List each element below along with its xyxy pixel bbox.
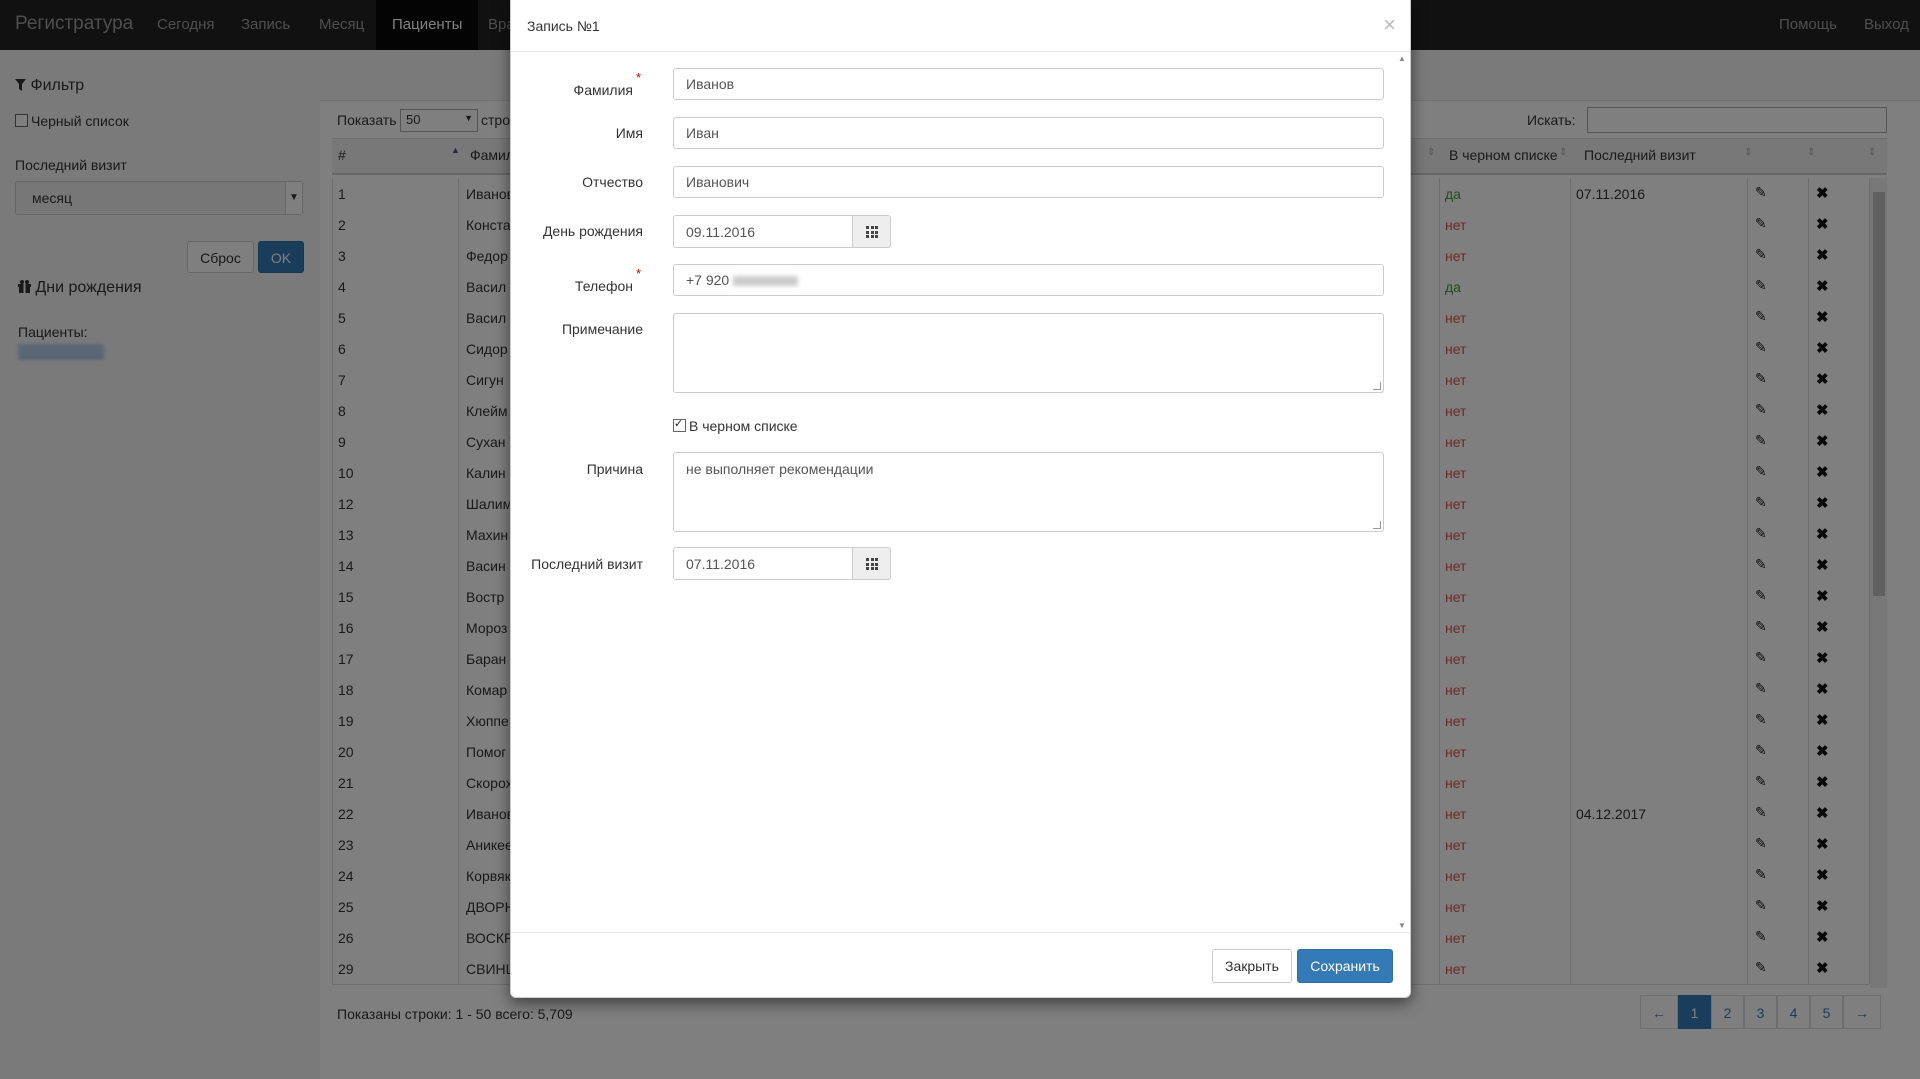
patronymic-label: Отчество <box>582 174 643 190</box>
last-visit-input[interactable]: 07.11.2016 <box>673 547 853 580</box>
name-input[interactable]: Иван <box>673 117 1384 149</box>
note-textarea[interactable] <box>673 313 1384 393</box>
reason-label: Причина <box>586 461 643 477</box>
required-mark: * <box>636 266 642 281</box>
phone-input[interactable]: +7 920 <box>673 264 1384 296</box>
modal-footer: Закрыть Сохранить <box>511 932 1410 998</box>
close-icon[interactable]: × <box>1383 14 1396 36</box>
blacklist-checkbox[interactable]: В черном списке <box>673 417 798 434</box>
birthday-calendar-button[interactable] <box>852 215 891 248</box>
phone-label: Телефон <box>574 278 633 294</box>
save-button[interactable]: Сохранить <box>1297 949 1393 983</box>
note-label: Примечание <box>561 321 643 337</box>
close-button[interactable]: Закрыть <box>1212 949 1292 983</box>
resize-handle-icon[interactable] <box>1373 382 1381 390</box>
patronymic-input[interactable]: Иванович <box>673 166 1384 198</box>
birthday-input[interactable]: 09.11.2016 <box>673 215 853 248</box>
scroll-down-icon[interactable]: ▼ <box>1398 921 1406 930</box>
modal-scrollbar[interactable]: ▲ ▼ <box>1398 52 1408 932</box>
required-mark: * <box>636 70 642 85</box>
last-visit-calendar-button[interactable] <box>852 547 891 580</box>
calendar-icon <box>866 558 878 570</box>
checkbox-checked[interactable] <box>673 417 686 432</box>
last-visit-label: Последний визит <box>531 556 643 572</box>
surname-input[interactable]: Иванов <box>673 68 1384 100</box>
birthday-label: День рождения <box>542 223 643 239</box>
calendar-icon <box>866 226 878 238</box>
redacted-phone <box>733 276 799 287</box>
modal-title: Запись №1 <box>527 18 600 34</box>
patient-modal: Запись №1 × ▲ ▼ Фамилия * Иванов Имя Ива… <box>510 0 1411 998</box>
reason-textarea[interactable]: не выполняет рекомендации <box>673 452 1384 532</box>
resize-handle-icon[interactable] <box>1373 521 1381 529</box>
scroll-up-icon[interactable]: ▲ <box>1398 54 1406 63</box>
modal-header: Запись №1 × <box>511 0 1410 52</box>
name-label: Имя <box>615 125 643 141</box>
surname-label: Фамилия <box>573 82 633 98</box>
